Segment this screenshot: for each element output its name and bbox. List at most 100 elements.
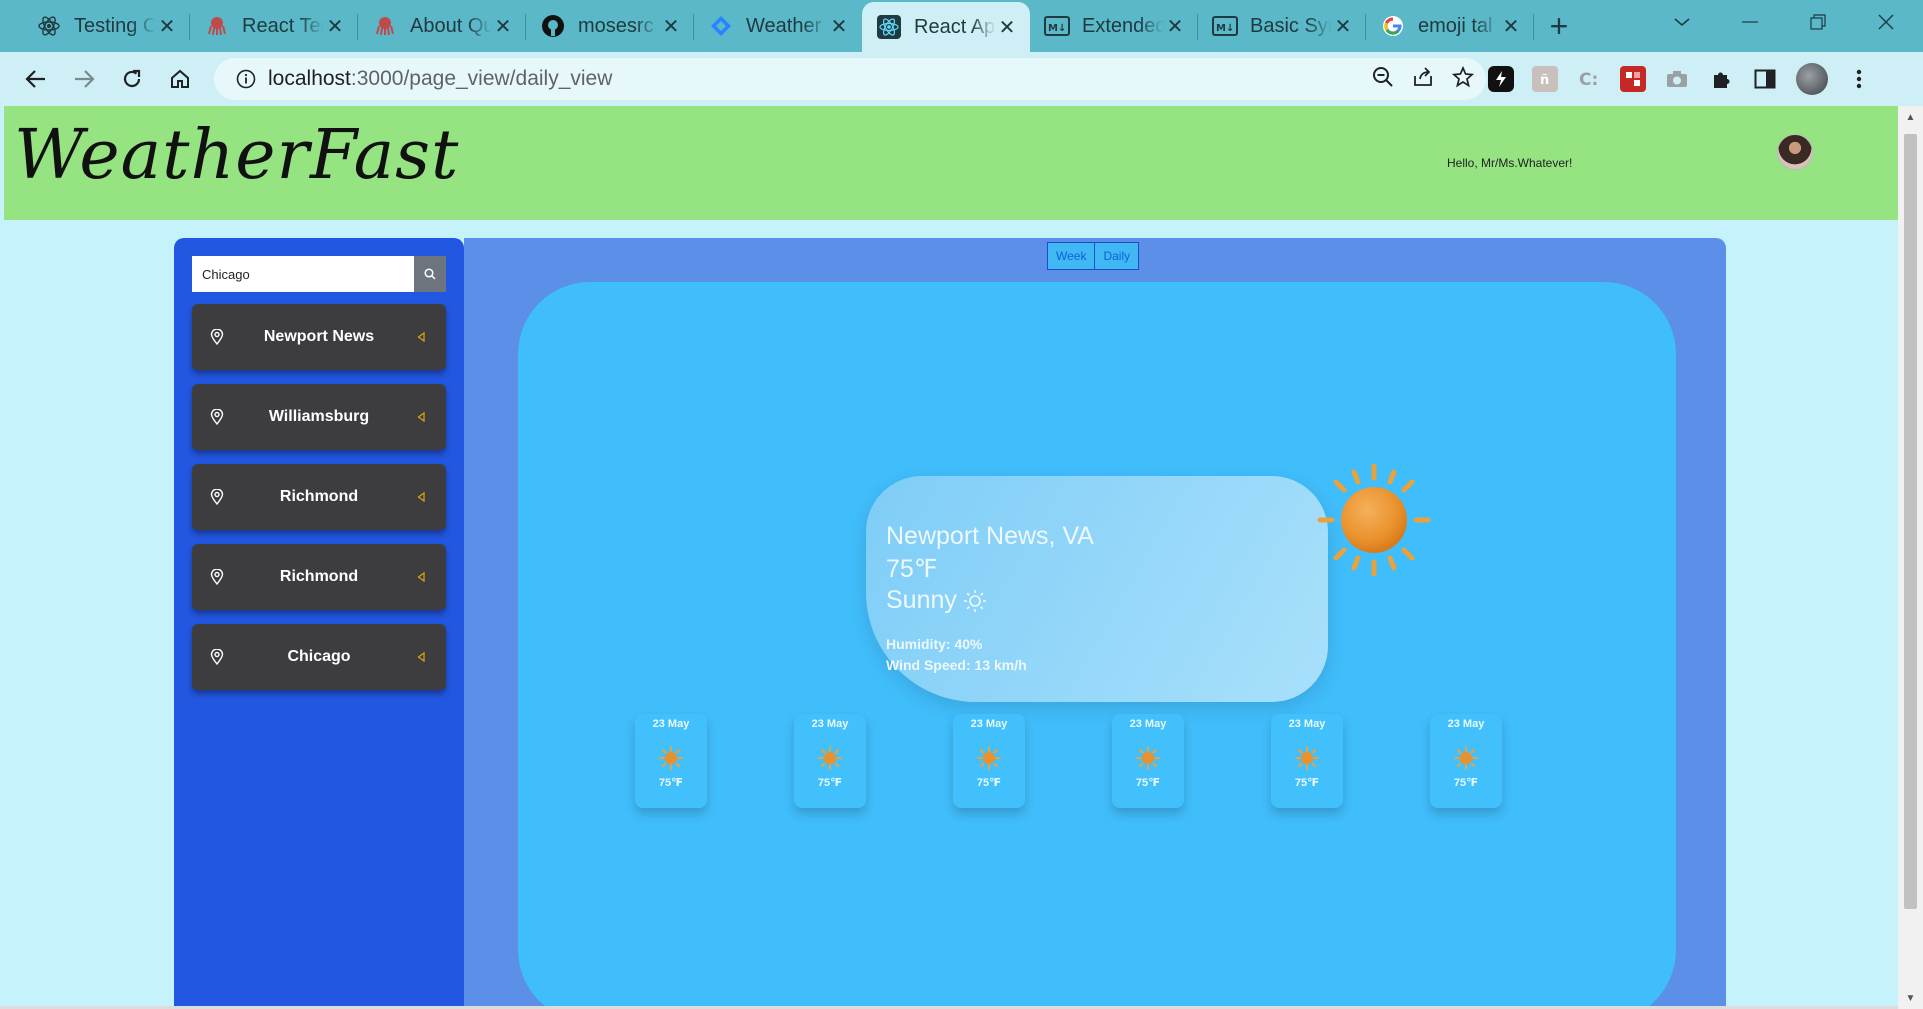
locations-sidebar: Newport News Williamsburg Richmond Richm… — [174, 238, 464, 1009]
reload-icon[interactable] — [108, 55, 156, 103]
location-item[interactable]: Williamsburg — [192, 384, 446, 450]
tab-close-icon[interactable]: ✕ — [996, 15, 1018, 40]
forward-arrow-icon[interactable] — [60, 55, 108, 103]
octopus-icon — [204, 13, 230, 39]
tab-close-icon[interactable]: ✕ — [1332, 14, 1354, 39]
browser-tab[interactable]: mosesrc ✕ — [526, 4, 694, 48]
close-window-icon[interactable] — [1852, 0, 1920, 44]
browser-tab-active[interactable]: React Ap ✕ — [862, 2, 1030, 52]
forecast-day-card[interactable]: 23 May 75℉ — [635, 714, 707, 808]
user-avatar[interactable] — [1777, 134, 1813, 170]
weather-panel: Newport News, VA 75℉ Sunny Humidity: 40%… — [518, 282, 1676, 1009]
bookmark-star-icon[interactable] — [1451, 65, 1475, 93]
forecast-date: 23 May — [652, 718, 690, 730]
share-icon[interactable] — [1412, 66, 1434, 93]
current-city: Newport News, VA — [886, 522, 1094, 550]
tab-close-icon[interactable]: ✕ — [492, 14, 514, 39]
map-pin-icon — [192, 489, 242, 505]
forecast-temp: 75℉ — [1453, 777, 1479, 789]
browser-tab[interactable]: M↓ Basic Syn ✕ — [1198, 4, 1366, 48]
browser-tab[interactable]: Testing C ✕ — [22, 4, 190, 48]
github-icon — [540, 13, 566, 39]
camera-icon[interactable] — [1664, 66, 1690, 92]
browser-tab[interactable]: Weather ✕ — [694, 4, 862, 48]
url-path: :3000/page_view/daily_view — [350, 67, 613, 90]
browser-tab[interactable]: emoji tal ✕ — [1366, 4, 1534, 48]
url-text: localhost:3000/page_view/daily_view — [268, 67, 612, 91]
profile-avatar[interactable] — [1796, 63, 1828, 95]
tab-title: emoji tal — [1418, 14, 1493, 37]
forecast-day-card[interactable]: 23 May 75℉ — [953, 714, 1025, 808]
browser-tab[interactable]: React Tes ✕ — [190, 4, 358, 48]
forecast-day-card[interactable]: 23 May 75℉ — [1271, 714, 1343, 808]
brand-logo[interactable]: WeatherFast — [14, 116, 459, 195]
react-icon — [36, 13, 62, 39]
daily-view-button[interactable]: Daily — [1094, 243, 1139, 269]
caret-left-icon — [396, 652, 446, 662]
page-viewport: WeatherFast Hello, Mr/Ms.Whatever! Newpo… — [0, 106, 1898, 1009]
location-item[interactable]: Chicago — [192, 624, 446, 690]
forecast-date: 23 May — [1447, 718, 1485, 730]
tab-title: Basic Syn — [1250, 14, 1332, 37]
forecast-temp: 75℉ — [817, 777, 843, 789]
forecast-day-card[interactable]: 23 May 75℉ — [1430, 714, 1502, 808]
tab-close-icon[interactable]: ✕ — [156, 14, 178, 39]
humidity-text: Humidity: 40% — [886, 636, 983, 652]
red-puzzle-extension-icon[interactable] — [1620, 66, 1646, 92]
svg-text:M↓: M↓ — [1048, 23, 1066, 34]
location-item[interactable]: Newport News — [192, 304, 446, 370]
search-button[interactable] — [414, 256, 446, 292]
vertical-scrollbar[interactable]: ▲ ▼ — [1898, 106, 1923, 1009]
google-icon — [1380, 13, 1406, 39]
scroll-up-arrow-icon[interactable]: ▲ — [1898, 106, 1923, 128]
location-name: Chicago — [287, 648, 351, 665]
location-item[interactable]: Richmond — [192, 464, 446, 530]
new-tab-plus-icon[interactable]: + — [1534, 4, 1584, 48]
back-arrow-icon[interactable] — [12, 55, 60, 103]
scrollbar-thumb[interactable] — [1904, 134, 1917, 909]
tab-close-icon[interactable]: ✕ — [828, 14, 850, 39]
jira-icon — [708, 13, 734, 39]
tab-title: Extended — [1082, 14, 1164, 37]
tampermonkey-icon[interactable]: ñ — [1532, 66, 1558, 92]
home-icon[interactable] — [156, 55, 204, 103]
more-menu-icon[interactable] — [1846, 66, 1872, 92]
forecast-temp: 75℉ — [1135, 777, 1161, 789]
sun-icon — [1454, 746, 1478, 770]
side-panel-icon[interactable] — [1752, 66, 1778, 92]
browser-tab[interactable]: About Qu ✕ — [358, 4, 526, 48]
bolt-extension-icon[interactable] — [1488, 66, 1514, 92]
app-header: WeatherFast Hello, Mr/Ms.Whatever! — [4, 106, 1898, 220]
browser-tab[interactable]: M↓ Extended ✕ — [1030, 4, 1198, 48]
forecast-day-card[interactable]: 23 May 75℉ — [1112, 714, 1184, 808]
url-host: localhost — [268, 67, 351, 90]
condition-text: Sunny — [886, 586, 957, 614]
tab-close-icon[interactable]: ✕ — [324, 14, 346, 39]
location-item[interactable]: Richmond — [192, 544, 446, 610]
extensions-puzzle-icon[interactable] — [1708, 66, 1734, 92]
week-view-button[interactable]: Week — [1048, 243, 1095, 269]
sun-icon — [659, 746, 683, 770]
browser-tabstrip: Testing C ✕ React Tes ✕ About Qu ✕ moses… — [0, 0, 1923, 52]
tab-search-chevron-icon[interactable] — [1648, 0, 1716, 44]
forecast-day-card[interactable]: 23 May 75℉ — [794, 714, 866, 808]
tab-close-icon[interactable]: ✕ — [660, 14, 682, 39]
site-info-icon[interactable] — [224, 69, 268, 89]
address-bar[interactable]: localhost:3000/page_view/daily_view — [214, 58, 1486, 100]
restore-icon[interactable] — [1784, 0, 1852, 44]
colorzilla-icon[interactable]: C: — [1576, 66, 1602, 92]
location-name: Williamsburg — [268, 408, 370, 425]
scroll-down-arrow-icon[interactable]: ▼ — [1898, 987, 1923, 1009]
city-search-input[interactable] — [192, 256, 414, 292]
current-temp: 75℉ — [886, 555, 938, 583]
forecast-temp: 75℉ — [976, 777, 1002, 789]
tab-title: Testing C — [74, 14, 156, 37]
greeting-text: Hello, Mr/Ms.Whatever! — [1447, 156, 1573, 170]
extensions-bar: ñ C: — [1488, 52, 1872, 106]
zoom-out-icon[interactable] — [1372, 66, 1394, 93]
tab-close-icon[interactable]: ✕ — [1164, 14, 1186, 39]
tab-close-icon[interactable]: ✕ — [1500, 14, 1522, 39]
location-name: Richmond — [279, 488, 359, 505]
minimize-icon[interactable] — [1716, 0, 1784, 44]
sun-outline-icon — [963, 589, 986, 612]
